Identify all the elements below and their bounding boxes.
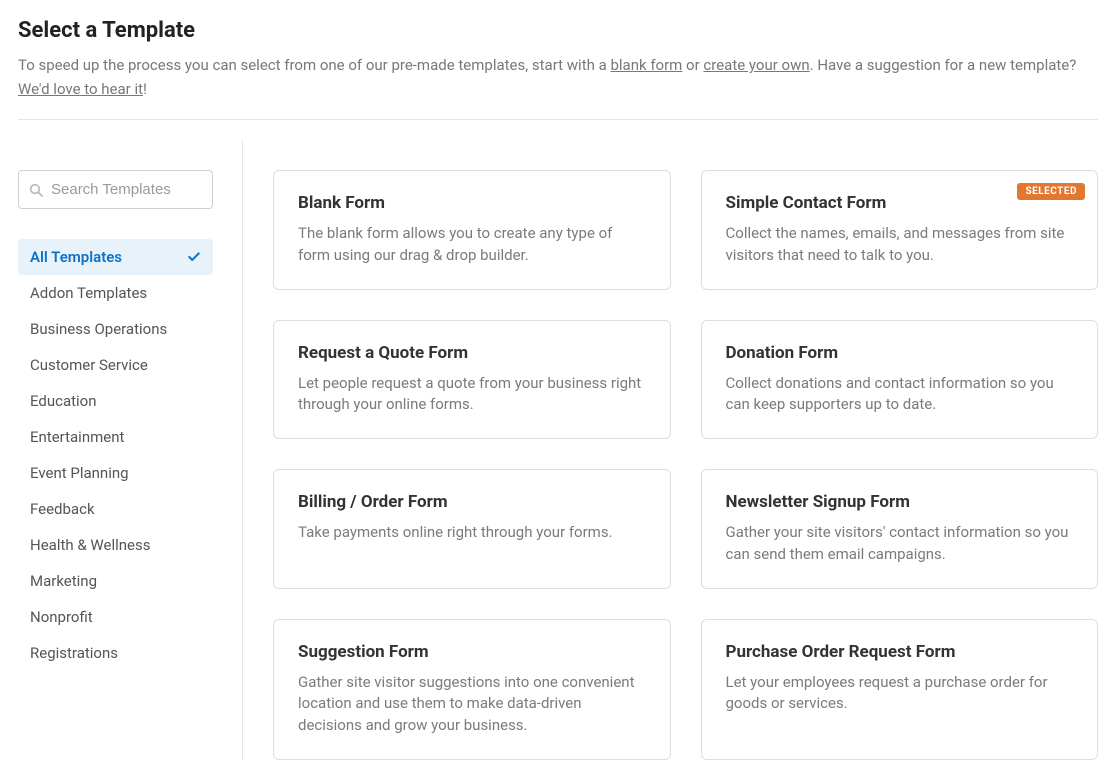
template-card[interactable]: Blank Form The blank form allows you to c… bbox=[273, 170, 671, 290]
category-label: Feedback bbox=[30, 500, 95, 518]
category-label: Business Operations bbox=[30, 320, 167, 338]
selected-badge: SELECTED bbox=[1017, 183, 1085, 200]
page-title: Select a Template bbox=[18, 18, 1098, 43]
category-label: Nonprofit bbox=[30, 608, 93, 626]
category-label: Entertainment bbox=[30, 428, 124, 446]
subtitle-text: or bbox=[682, 56, 703, 74]
sidebar-category-item[interactable]: Education bbox=[18, 383, 213, 419]
category-label: Marketing bbox=[30, 572, 97, 590]
page-subtitle: To speed up the process you can select f… bbox=[18, 53, 1098, 101]
template-title: Request a Quote Form bbox=[298, 343, 646, 363]
template-card[interactable]: Request a Quote Form Let people request a… bbox=[273, 320, 671, 440]
template-title: Suggestion Form bbox=[298, 642, 646, 662]
sidebar-category-item[interactable]: Business Operations bbox=[18, 311, 213, 347]
subtitle-text: To speed up the process you can select f… bbox=[18, 56, 610, 74]
category-label: Event Planning bbox=[30, 464, 129, 482]
sidebar-category-item[interactable]: Event Planning bbox=[18, 455, 213, 491]
search-input[interactable] bbox=[18, 170, 213, 209]
template-title: Purchase Order Request Form bbox=[726, 642, 1074, 662]
template-card[interactable]: Suggestion Form Gather site visitor sugge… bbox=[273, 619, 671, 760]
subtitle-text: ! bbox=[143, 80, 147, 98]
sidebar-category-item[interactable]: Feedback bbox=[18, 491, 213, 527]
template-description: Gather your site visitors' contact infor… bbox=[726, 522, 1074, 566]
header-divider bbox=[18, 119, 1098, 120]
category-label: Education bbox=[30, 392, 97, 410]
template-card[interactable]: Billing / Order Form Take payments online… bbox=[273, 469, 671, 589]
template-title: Donation Form bbox=[726, 343, 1074, 363]
template-title: Billing / Order Form bbox=[298, 492, 646, 512]
template-description: Let your employees request a purchase or… bbox=[726, 672, 1074, 716]
sidebar-category-item[interactable]: Addon Templates bbox=[18, 275, 213, 311]
template-description: Collect donations and contact informatio… bbox=[726, 373, 1074, 417]
blank-form-link[interactable]: blank form bbox=[610, 56, 682, 74]
category-label: All Templates bbox=[30, 248, 122, 266]
category-list: All Templates Addon Templates Business Ope… bbox=[18, 239, 213, 671]
category-label: Registrations bbox=[30, 644, 118, 662]
category-label: Addon Templates bbox=[30, 284, 147, 302]
check-icon bbox=[187, 250, 201, 264]
template-card[interactable]: Purchase Order Request Form Let your empl… bbox=[701, 619, 1099, 760]
subtitle-text: . Have a suggestion for a new template? bbox=[810, 56, 1077, 74]
template-grid: Blank Form The blank form allows you to c… bbox=[273, 140, 1098, 760]
category-label: Health & Wellness bbox=[30, 536, 150, 554]
template-description: Let people request a quote from your bus… bbox=[298, 373, 646, 417]
sidebar-category-item[interactable]: Customer Service bbox=[18, 347, 213, 383]
sidebar-category-item[interactable]: Registrations bbox=[18, 635, 213, 671]
sidebar-category-item[interactable]: Marketing bbox=[18, 563, 213, 599]
category-label: Customer Service bbox=[30, 356, 148, 374]
template-description: Gather site visitor suggestions into one… bbox=[298, 672, 646, 737]
template-card[interactable]: SELECTEDSimple Contact FormCollect the n… bbox=[701, 170, 1099, 290]
template-description: Take payments online right through your … bbox=[298, 522, 646, 544]
template-card[interactable]: Donation Form Collect donations and conta… bbox=[701, 320, 1099, 440]
template-title: Newsletter Signup Form bbox=[726, 492, 1074, 512]
sidebar-category-item[interactable]: Health & Wellness bbox=[18, 527, 213, 563]
template-card[interactable]: Newsletter Signup Form Gather your site v… bbox=[701, 469, 1099, 589]
sidebar-category-item[interactable]: Nonprofit bbox=[18, 599, 213, 635]
template-title: Blank Form bbox=[298, 193, 646, 213]
suggest-template-link[interactable]: We'd love to hear it bbox=[18, 80, 143, 98]
template-description: The blank form allows you to create any … bbox=[298, 223, 646, 267]
sidebar-category-item[interactable]: All Templates bbox=[18, 239, 213, 275]
sidebar-category-item[interactable]: Entertainment bbox=[18, 419, 213, 455]
sidebar: All Templates Addon Templates Business Ope… bbox=[18, 140, 243, 760]
template-description: Collect the names, emails, and messages … bbox=[726, 223, 1074, 267]
create-your-own-link[interactable]: create your own bbox=[703, 56, 809, 74]
